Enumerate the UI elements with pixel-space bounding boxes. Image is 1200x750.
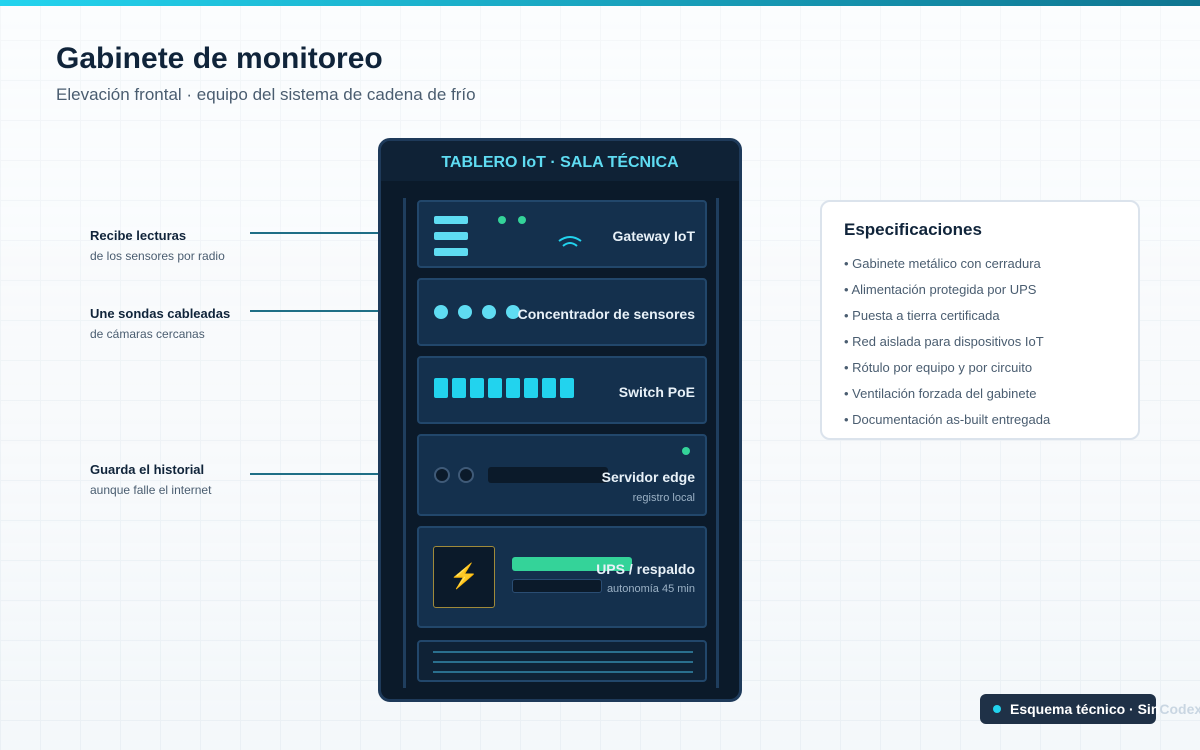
ethernet-port-icon	[542, 378, 556, 398]
ethernet-port-icon	[506, 378, 520, 398]
unit-sublabel: registro local	[632, 492, 695, 504]
disk-bay-icon	[434, 467, 450, 483]
cabinet-header: TABLERO IoT · SALA TÉCNICA	[381, 141, 739, 181]
vent-slot	[433, 661, 693, 663]
page-title: Gabinete de monitoreo	[56, 42, 383, 75]
footer-label-main: Esquema técnico · Sin	[1010, 701, 1160, 717]
specs-card: Especificaciones • Gabinete metálico con…	[820, 200, 1140, 440]
rack-cabinet: TABLERO IoT · SALA TÉCNICA Gateway IoT C…	[378, 138, 742, 702]
callout-title: Une sondas cableadas	[90, 306, 231, 321]
battery-secondary-bar	[512, 579, 602, 593]
callout-subtitle: de los sensores por radio	[90, 249, 225, 263]
status-led	[682, 447, 690, 455]
spec-item: • Gabinete metálico con cerradura	[844, 256, 1041, 271]
callout-subtitle: aunque falle el internet	[90, 483, 212, 497]
drive-slot	[488, 467, 608, 483]
spec-item: • Documentación as-built entregada	[844, 412, 1051, 427]
footer-label-faded: Codex	[1159, 701, 1200, 717]
wifi-icon	[558, 236, 582, 247]
ethernet-port-icon	[488, 378, 502, 398]
unit-label: Servidor edge	[601, 469, 695, 485]
rack-rail-right	[716, 198, 719, 688]
ethernet-port-icon	[560, 378, 574, 398]
spec-item: • Ventilación forzada del gabinete	[844, 386, 1037, 401]
ethernet-port-icon	[470, 378, 484, 398]
rack-rail-left	[403, 198, 406, 688]
unit-label: UPS / respaldo	[596, 561, 695, 577]
unit-sensor-concentrator: Concentrador de sensores	[417, 278, 707, 346]
spec-item: • Red aislada para dispositivos IoT	[844, 334, 1044, 349]
footer-dot-icon	[993, 705, 1001, 713]
callout-subtitle: de cámaras cercanas	[90, 327, 205, 341]
status-led	[498, 216, 506, 224]
callout-server: Guarda el historial aunque falle el inte…	[90, 462, 290, 497]
unit-label: Switch PoE	[618, 384, 695, 400]
unit-sublabel: autonomía 45 min	[606, 583, 695, 595]
spec-item: • Alimentación protegida por UPS	[844, 282, 1037, 297]
vent-slot	[433, 671, 693, 673]
gateway-module-icon	[434, 232, 468, 240]
gateway-module-icon	[434, 216, 468, 224]
unit-switch-poe: Switch PoE	[417, 356, 707, 424]
lightning-bolt-icon: ⚡	[433, 546, 495, 608]
ventilation-panel	[417, 640, 707, 682]
vent-slot	[433, 651, 693, 653]
probe-port-icon	[434, 305, 448, 319]
ethernet-port-icon	[524, 378, 538, 398]
ethernet-port-icon	[434, 378, 448, 398]
unit-label: Gateway IoT	[612, 228, 695, 244]
spec-item: • Rótulo por equipo y por circuito	[844, 360, 1033, 375]
probe-port-icon	[482, 305, 496, 319]
footer-badge: Esquema técnico · SinCodex	[980, 694, 1200, 724]
spec-item: • Puesta a tierra certificada	[844, 308, 1000, 323]
unit-ups-backup: ⚡ UPS / respaldo autonomía 45 min	[417, 526, 707, 628]
gateway-module-icon	[434, 248, 468, 256]
callout-title: Recibe lecturas	[90, 228, 187, 243]
disk-bay-icon	[458, 467, 474, 483]
page-subtitle: Elevación frontal · equipo del sistema d…	[56, 85, 476, 104]
footer-label: Esquema técnico · SinCodex	[1010, 701, 1200, 717]
probe-port-icon	[458, 305, 472, 319]
unit-label: Concentrador de sensores	[517, 306, 695, 322]
unit-gateway-iot: Gateway IoT	[417, 200, 707, 268]
top-accent-bar	[0, 0, 1200, 6]
unit-edge-server: Servidor edge registro local	[417, 434, 707, 516]
specs-title: Especificaciones	[844, 220, 982, 239]
ethernet-port-icon	[452, 378, 466, 398]
status-led	[518, 216, 526, 224]
